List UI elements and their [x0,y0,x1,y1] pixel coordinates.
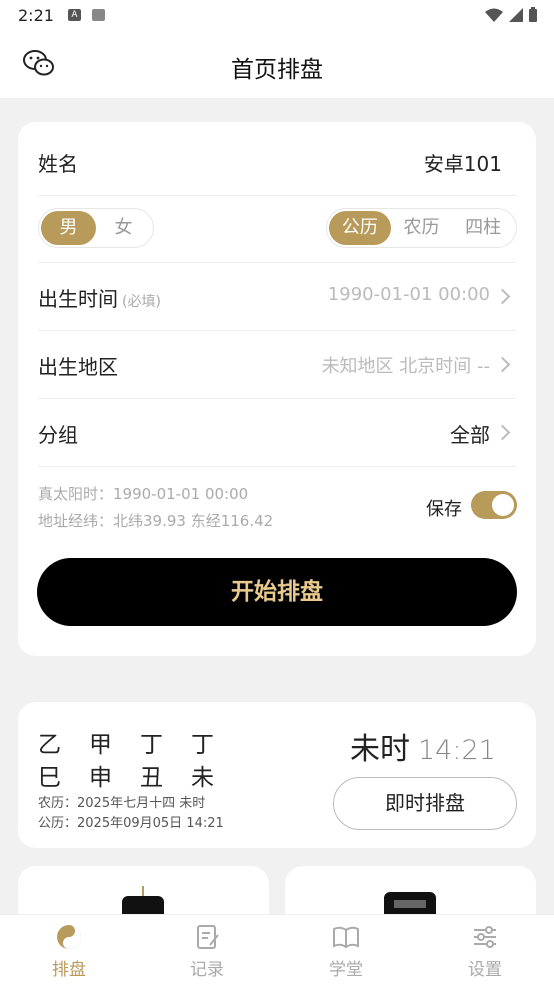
name-value[interactable]: 安卓101 [424,148,502,177]
status-bar: 2:21 A [0,0,554,30]
clock-time: 14:21 [418,735,496,766]
coordinates-text: 地址经纬：北纬39.93 东经116.42 [38,512,274,530]
instant-chart-button[interactable]: 即时排盘 [333,777,517,830]
birth-region-row[interactable]: 出生地区 未知地区 北京时间 -- [38,331,516,399]
lunar-date: 农历：2025年七月十四 未时 [38,796,206,811]
birth-region-value: 未知地区 北京时间 -- [321,356,490,377]
calendar-lunar-option[interactable]: 农历 [391,211,453,245]
tab-school[interactable]: 学堂 [277,915,415,985]
book-icon [333,926,359,949]
birth-time-row[interactable]: 出生时间 (必填) 1990-01-01 00:00 [38,263,516,331]
name-row[interactable]: 姓名 安卓101 [38,128,516,196]
required-hint: (必填) [122,294,161,310]
tab-label: 排盘 [52,960,86,980]
bottom-tab-bar: 排盘 记录 学堂 设置 [0,914,554,985]
solar-date: 公历：2025年09月05日 14:21 [38,816,224,831]
true-solar-time: 真太阳时：1990-01-01 00:00 [38,485,249,503]
battery-icon [529,7,537,22]
font-notification-icon: A [68,9,81,21]
chevron-right-icon [494,356,511,373]
hour-name: 未时 [350,732,410,767]
notes-icon [197,925,219,949]
keyboard-notification-icon [92,9,105,21]
tab-settings[interactable]: 设置 [416,915,554,985]
birth-region-label: 出生地区 [38,355,118,379]
tab-label: 记录 [190,960,224,980]
group-row[interactable]: 分组 全部 [38,399,516,467]
gender-female-option[interactable]: 女 [96,211,151,245]
calendar-solar-option[interactable]: 公历 [329,211,391,245]
branch-month: 申 [89,765,112,791]
tab-records[interactable]: 记录 [138,915,276,985]
chevron-right-icon [494,288,511,305]
save-toggle[interactable] [471,491,517,519]
tab-label: 学堂 [329,960,363,980]
stem-month: 甲 [89,732,112,758]
tab-chart[interactable]: 排盘 [0,915,138,985]
birth-time-value: 1990-01-01 00:00 [327,284,490,305]
current-hour: 未时 14:21 [350,724,496,768]
branch-hour: 未 [191,765,214,791]
branch-year: 巳 [38,765,61,791]
status-time: 2:21 [18,6,54,25]
tab-label: 设置 [468,960,502,980]
gender-segment: 男 女 [38,208,154,248]
name-label: 姓名 [38,152,78,176]
calendar-four-pillars-option[interactable]: 四柱 [452,211,514,245]
stem-hour: 丁 [191,732,214,758]
start-chart-button[interactable]: 开始排盘 [37,558,517,626]
app-header: 首页排盘 [0,30,554,98]
wifi-icon [485,8,503,22]
signal-icon [509,8,523,22]
calendar-segment: 公历 农历 四柱 [326,208,517,248]
chevron-right-icon [494,424,511,441]
branch-day: 丑 [140,765,163,791]
group-label: 分组 [38,423,78,447]
settings-sliders-icon [474,926,496,948]
stem-year: 乙 [38,732,61,758]
gender-male-option[interactable]: 男 [41,211,96,245]
group-value: 全部 [450,423,490,447]
birth-time-label: 出生时间 (必填) [38,287,161,311]
yin-yang-icon [57,925,81,949]
stem-day: 丁 [140,732,163,758]
page-title: 首页排盘 [231,57,323,83]
save-label: 保存 [426,499,462,520]
